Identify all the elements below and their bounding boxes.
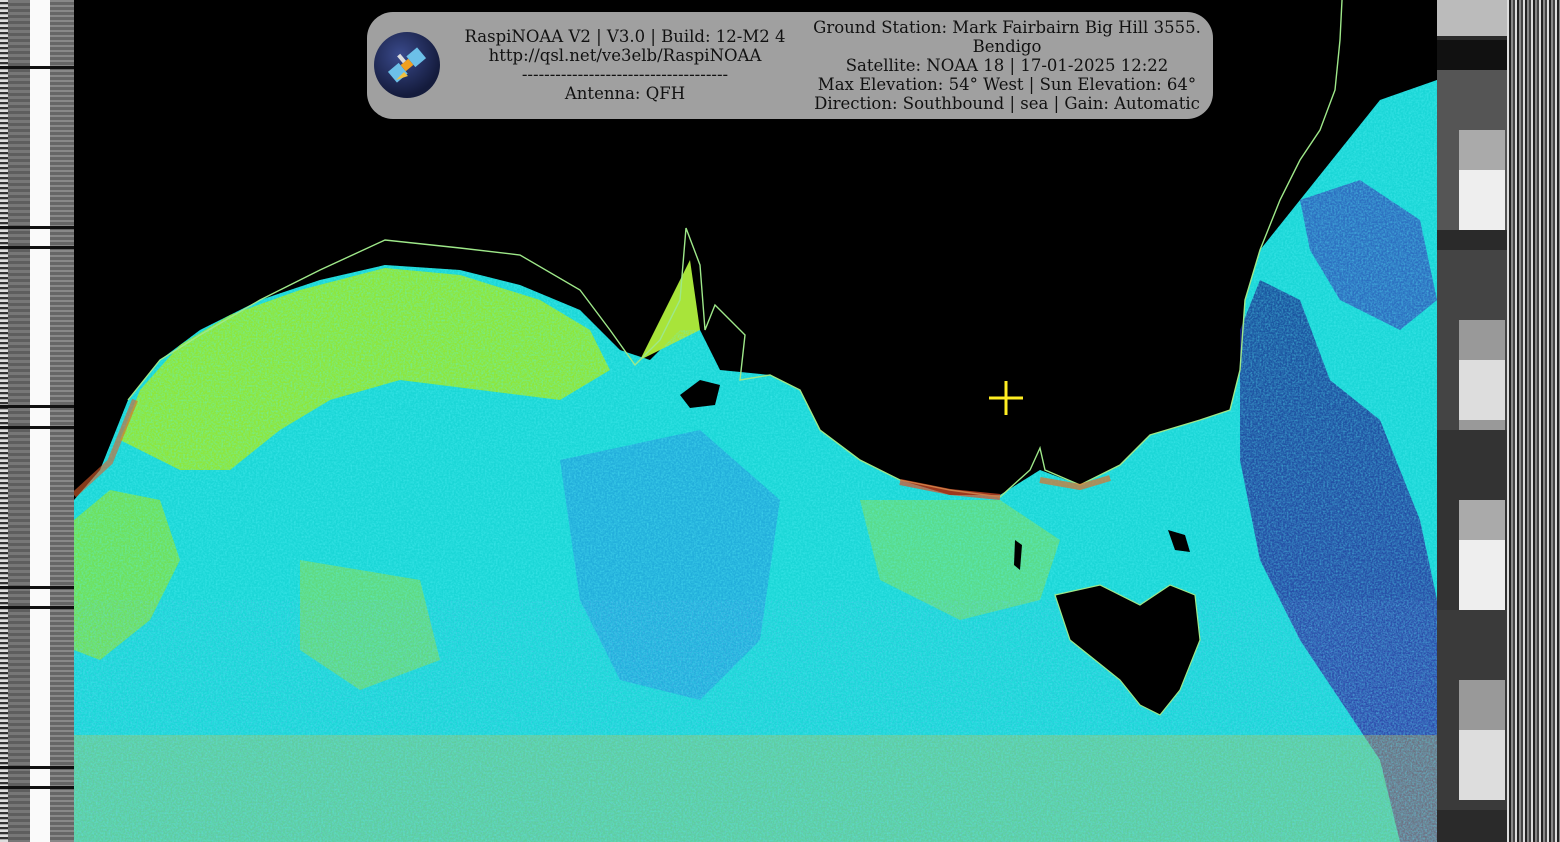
software-info: RaspiNOAA V2 | V3.0 | Build: 12-M2 4 htt… <box>455 27 795 103</box>
sea-temperature-image <box>74 0 1437 842</box>
satellite-logo-icon <box>374 32 440 98</box>
software-version: RaspiNOAA V2 | V3.0 | Build: 12-M2 4 <box>464 27 786 46</box>
software-url: http://qsl.net/ve3elb/RaspiNOAA <box>488 46 762 65</box>
direction-info: Direction: Southbound | sea | Gain: Auto… <box>814 94 1200 113</box>
telemetry-strip-right <box>1437 0 1560 842</box>
antenna-type: Antenna: QFH <box>564 84 686 103</box>
telemetry-strip-left <box>0 0 74 842</box>
pass-details: Ground Station: Mark Fairbairn Big Hill … <box>807 18 1207 113</box>
crosshair-icon <box>989 381 1023 415</box>
separator-line: ------------------------------------- <box>521 65 729 84</box>
satellite-image: RaspiNOAA V2 | V3.0 | Build: 12-M2 4 htt… <box>0 0 1560 842</box>
satellite-datetime: Satellite: NOAA 18 | 17-01-2025 12:22 <box>845 56 1169 75</box>
pass-info-panel: RaspiNOAA V2 | V3.0 | Build: 12-M2 4 htt… <box>367 12 1213 119</box>
ground-station: Ground Station: Mark Fairbairn Big Hill … <box>813 18 1201 37</box>
ground-station-location: Bendigo <box>972 37 1042 56</box>
elevation-info: Max Elevation: 54° West | Sun Elevation:… <box>817 75 1197 94</box>
